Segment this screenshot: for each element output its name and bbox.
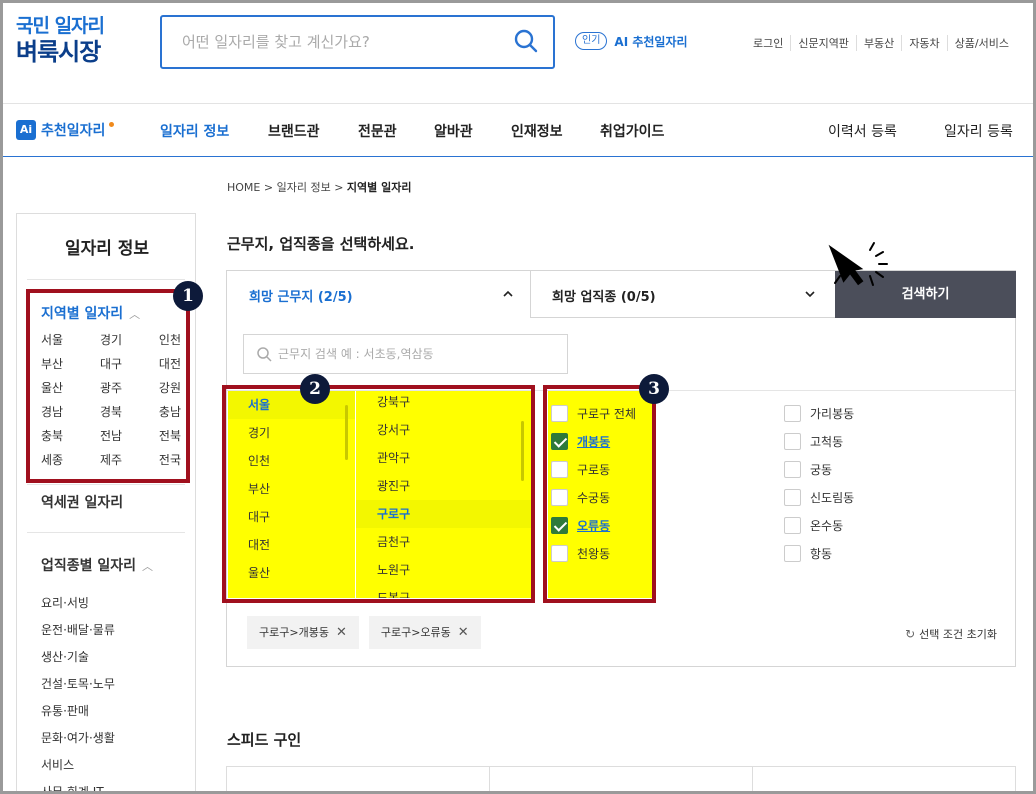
job-category-item[interactable]: 사무·회계·IT <box>41 779 115 794</box>
checkbox-icon[interactable] <box>784 545 801 562</box>
tab-location[interactable]: 희망 근무지 (2/5) <box>227 271 531 318</box>
global-nav: Ai 추천일자리 일자리 정보 브랜드관 전문관 알바관 인재정보 취업가이드 … <box>3 103 1033 157</box>
dong-checkbox[interactable]: 항동 <box>784 545 832 562</box>
checkbox-icon[interactable] <box>784 489 801 506</box>
breadcrumb-current: 지역별 일자리 <box>346 181 412 194</box>
nav-talent[interactable]: 인재정보 <box>511 121 563 141</box>
nav-brand[interactable]: 브랜드관 <box>268 121 320 141</box>
checkbox-icon[interactable] <box>784 405 801 422</box>
divider <box>752 767 753 794</box>
job-category-item[interactable]: 생산·기술 <box>41 644 115 671</box>
annotation-badge-1: 1 <box>173 281 203 311</box>
dong-label: 고척동 <box>810 435 844 449</box>
job-category-title[interactable]: 업직종별 일자리 ︿ <box>41 555 153 575</box>
job-category-item[interactable]: 유통·판매 <box>41 698 115 725</box>
job-category-item[interactable]: 건설·토목·노무 <box>41 671 115 698</box>
chevron-up-icon <box>503 290 513 297</box>
tag-label: 구로구>개봉동 <box>259 626 329 639</box>
nav-resume-register[interactable]: 이력서 등록 <box>828 121 897 141</box>
filter-tabs: 희망 근무지 (2/5) 희망 업직종 (0/5) 검색하기 <box>227 271 1016 318</box>
divider <box>27 484 185 485</box>
tab-location-label: 희망 근무지 (2/5) <box>249 290 353 305</box>
job-category-item[interactable]: 요리·서빙 <box>41 590 115 617</box>
dong-checkbox[interactable]: 온수동 <box>784 517 843 534</box>
search-icon[interactable] <box>513 28 539 54</box>
speed-recruit-title: 스피드 구인 <box>227 731 302 749</box>
job-category-item[interactable]: 문화·여가·생활 <box>41 725 115 752</box>
site-logo[interactable]: 국민 일자리 벼룩시장 <box>16 14 146 66</box>
dong-checkbox[interactable]: 신도림동 <box>784 489 854 506</box>
breadcrumb-home[interactable]: HOME <box>227 181 260 194</box>
main-search-box <box>160 15 555 69</box>
selected-tag: 구로구>오류동 ✕ <box>368 616 481 649</box>
chevron-down-icon <box>805 291 815 298</box>
refresh-icon: ↻ <box>905 627 916 641</box>
util-login[interactable]: 로그인 <box>746 35 790 51</box>
annotation-badge-3: 3 <box>639 374 669 404</box>
new-dot-icon <box>109 121 115 127</box>
job-category-list: 요리·서빙 운전·배달·물류 생산·기술 건설·토목·노무 유통·판매 문화·여가·생활 서… <box>41 590 115 794</box>
util-newspaper[interactable]: 신문지역판 <box>790 35 856 51</box>
checkbox-icon[interactable] <box>784 461 801 478</box>
dong-label: 항동 <box>810 547 833 561</box>
close-icon[interactable]: ✕ <box>336 616 347 649</box>
job-title-text: 업직종별 일자리 <box>41 558 137 574</box>
logo-line1: 국민 일자리 <box>16 15 105 37</box>
tab-job-label: 희망 업직종 (0/5) <box>552 290 656 305</box>
reset-label: 선택 조건 초기화 <box>919 628 997 641</box>
breadcrumb: HOME > 일자리 정보 > 지역별 일자리 <box>227 181 412 194</box>
reset-filters-button[interactable]: ↻ 선택 조건 초기화 <box>905 626 997 642</box>
pointer-cursor-icon <box>828 242 888 286</box>
speed-recruit-cards <box>226 766 1016 794</box>
selected-tag: 구로구>개봉동 ✕ <box>247 616 359 649</box>
close-icon[interactable]: ✕ <box>458 616 469 649</box>
selected-tags: 구로구>개봉동 ✕ 구로구>오류동 ✕ <box>247 616 491 649</box>
util-products[interactable]: 상품/서비스 <box>946 35 1016 51</box>
annotation-box-3 <box>543 385 656 603</box>
nav-career-guide[interactable]: 취업가이드 <box>600 121 664 141</box>
nav-part-time[interactable]: 알바관 <box>434 121 473 141</box>
divider <box>489 767 490 794</box>
chevron-up-icon: ︿ <box>142 560 154 573</box>
popular-pill: 인기 <box>575 32 608 50</box>
ai-menu-label: 추천일자리 <box>41 123 106 139</box>
dong-label: 신도림동 <box>810 491 855 505</box>
dong-checkbox[interactable]: 가리봉동 <box>784 405 854 422</box>
guide-heading: 근무지, 업직종을 선택하세요. <box>227 235 415 253</box>
sidebar-title: 일자리 정보 <box>64 239 150 259</box>
ai-recommend-menu[interactable]: Ai 추천일자리 <box>16 120 115 140</box>
dong-checkbox[interactable]: 궁동 <box>784 461 832 478</box>
checkbox-icon[interactable] <box>784 517 801 534</box>
annotation-badge-2: 2 <box>300 374 330 404</box>
job-category-item[interactable]: 서비스 <box>41 752 115 779</box>
breadcrumb-job-info[interactable]: 일자리 정보 <box>277 181 331 194</box>
nav-job-register[interactable]: 일자리 등록 <box>944 121 1013 141</box>
location-search-box <box>243 334 568 374</box>
job-category-item[interactable]: 운전·배달·물류 <box>41 617 115 644</box>
divider <box>27 532 185 533</box>
dong-checkbox[interactable]: 고척동 <box>784 433 843 450</box>
checkbox-icon[interactable] <box>784 433 801 450</box>
location-search-input[interactable] <box>244 335 534 373</box>
dong-label: 온수동 <box>810 519 844 533</box>
divider <box>27 279 185 280</box>
ai-icon: Ai <box>16 120 36 140</box>
annotation-box-1 <box>26 289 190 483</box>
search-icon <box>257 347 272 362</box>
station-jobs-link[interactable]: 역세권 일자리 <box>41 492 123 512</box>
util-realestate[interactable]: 부동산 <box>855 35 901 51</box>
logo-line2: 벼룩시장 <box>16 38 101 66</box>
ai-recommend-link[interactable]: 인기 AI 추천일자리 <box>575 32 688 50</box>
annotation-box-2 <box>222 385 535 603</box>
dong-label: 가리봉동 <box>810 407 855 421</box>
dong-label: 궁동 <box>810 463 833 477</box>
tab-job[interactable]: 희망 업직종 (0/5) <box>532 271 835 318</box>
nav-specialty[interactable]: 전문관 <box>358 121 397 141</box>
main-search-input[interactable] <box>162 17 492 67</box>
utility-links: 로그인 신문지역판 부동산 자동차 상품/서비스 <box>746 35 1016 51</box>
tag-label: 구로구>오류동 <box>380 626 451 639</box>
nav-job-info[interactable]: 일자리 정보 <box>160 121 229 141</box>
ai-recommend-text: AI 추천일자리 <box>614 34 688 49</box>
util-car[interactable]: 자동차 <box>901 35 946 51</box>
